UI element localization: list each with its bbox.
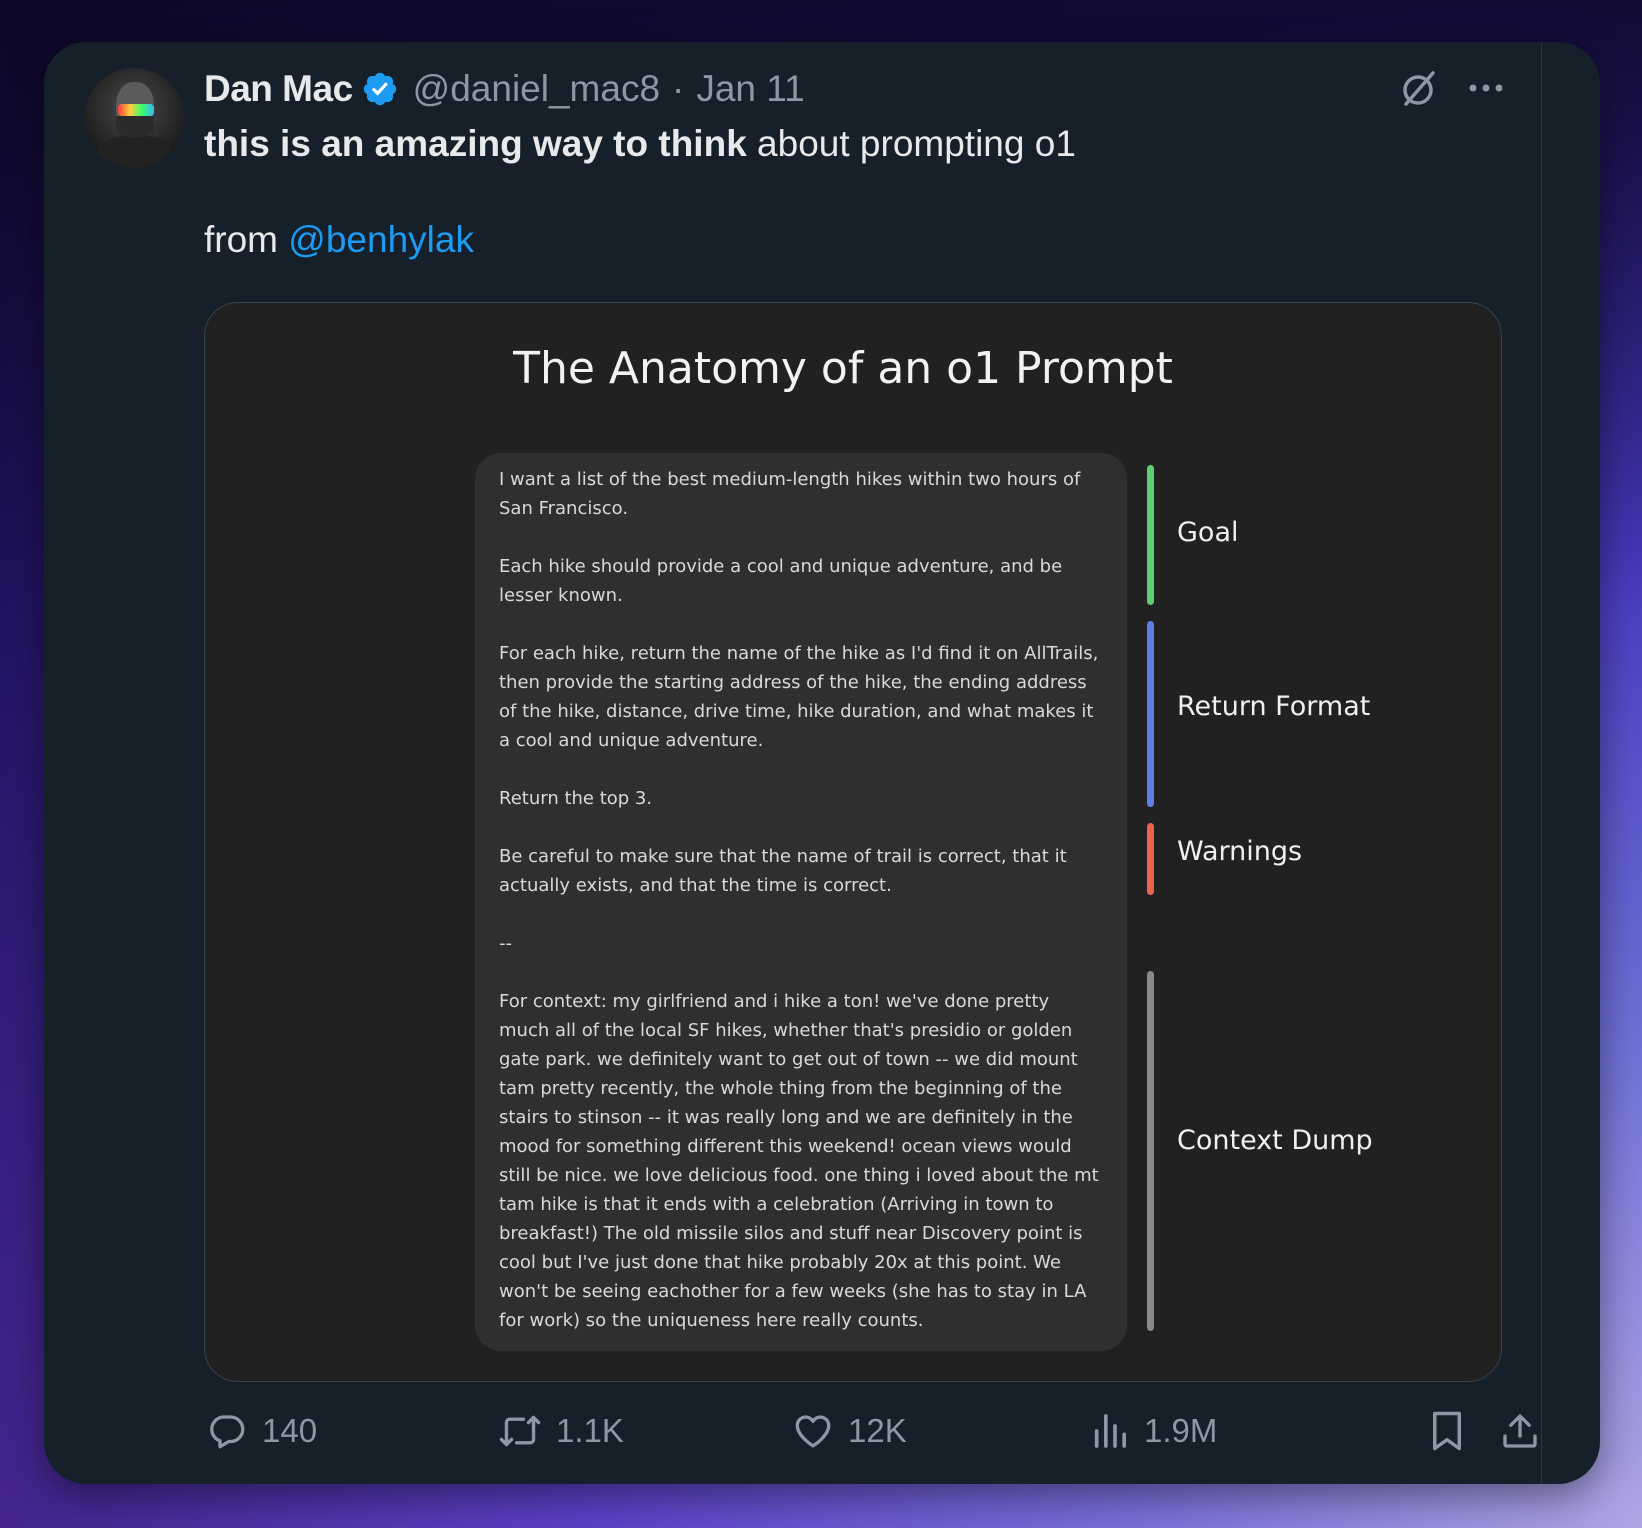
share-button[interactable] <box>1500 1410 1540 1452</box>
prompt-separator: -- <box>499 933 512 954</box>
like-icon <box>792 1410 834 1452</box>
tweet-card[interactable]: Dan Mac @daniel_mac8 · Jan 11 this is an… <box>44 42 1600 1484</box>
prompt-paragraph-goal: I want a list of the best medium-length … <box>499 469 1081 519</box>
reply-button[interactable]: 140 <box>206 1410 317 1452</box>
more-icon[interactable] <box>1468 83 1504 93</box>
prompt-paragraph-warnings: Be careful to make sure that the name of… <box>499 846 1067 896</box>
goal-segment-bar <box>1147 465 1154 605</box>
avatar[interactable] <box>84 68 184 168</box>
tweet-text-bold: this is an amazing way to think <box>204 123 747 164</box>
prompt-example-box: I want a list of the best medium-length … <box>475 453 1127 1351</box>
retweet-icon <box>498 1410 542 1452</box>
tweet-header: Dan Mac @daniel_mac8 · Jan 11 <box>204 66 805 112</box>
like-button[interactable]: 12K <box>792 1410 907 1452</box>
context-dump-label: Context Dump <box>1177 1125 1373 1156</box>
share-icon <box>1500 1410 1540 1452</box>
separator-dot: · <box>672 68 685 109</box>
prompt-paragraph-goal-detail: Each hike should provide a cool and uniq… <box>499 556 1063 606</box>
reply-count: 140 <box>262 1412 318 1449</box>
views-icon <box>1090 1410 1130 1452</box>
warnings-label: Warnings <box>1177 836 1303 867</box>
warnings-segment-bar <box>1147 823 1154 895</box>
author-handle[interactable]: @daniel_mac8 <box>413 68 660 110</box>
reply-icon <box>206 1410 248 1452</box>
return-format-segment-bar <box>1147 621 1154 807</box>
goal-label: Goal <box>1177 517 1239 548</box>
tweet-action-bar: 140 1.1K 12K 1.9M <box>204 1410 1537 1466</box>
tweet-date[interactable]: Jan 11 <box>696 68 804 110</box>
grok-icon[interactable] <box>1398 68 1438 108</box>
prompt-paragraph-context: For context: my girlfriend and i hike a … <box>499 991 1099 1331</box>
from-prefix: from <box>204 219 289 260</box>
like-count: 12K <box>848 1412 907 1449</box>
author-name[interactable]: Dan Mac <box>204 68 353 110</box>
views-count: 1.9M <box>1144 1412 1218 1449</box>
media-title: The Anatomy of an o1 Prompt <box>513 343 1173 394</box>
bookmark-icon <box>1428 1410 1466 1452</box>
column-divider <box>1541 42 1542 1484</box>
retweet-button[interactable]: 1.1K <box>498 1410 624 1452</box>
bookmark-button[interactable] <box>1428 1410 1466 1452</box>
tweet-attribution: from @benhylak <box>204 216 474 264</box>
return-format-label: Return Format <box>1177 691 1371 722</box>
tweet-text: this is an amazing way to think about pr… <box>204 120 1076 168</box>
tweet-media-image[interactable]: The Anatomy of an o1 Prompt I want a lis… <box>204 302 1502 1382</box>
mention-link[interactable]: @benhylak <box>288 219 474 260</box>
retweet-count: 1.1K <box>556 1412 624 1449</box>
prompt-paragraph-return-top: Return the top 3. <box>499 788 653 809</box>
prompt-paragraph-return-format: For each hike, return the name of the hi… <box>499 643 1099 751</box>
verified-badge-icon[interactable] <box>361 70 399 108</box>
tweet-text-rest: about prompting o1 <box>746 123 1076 164</box>
context-dump-segment-bar <box>1147 971 1154 1331</box>
views-button[interactable]: 1.9M <box>1090 1410 1217 1452</box>
tweet-top-actions <box>1398 68 1504 108</box>
